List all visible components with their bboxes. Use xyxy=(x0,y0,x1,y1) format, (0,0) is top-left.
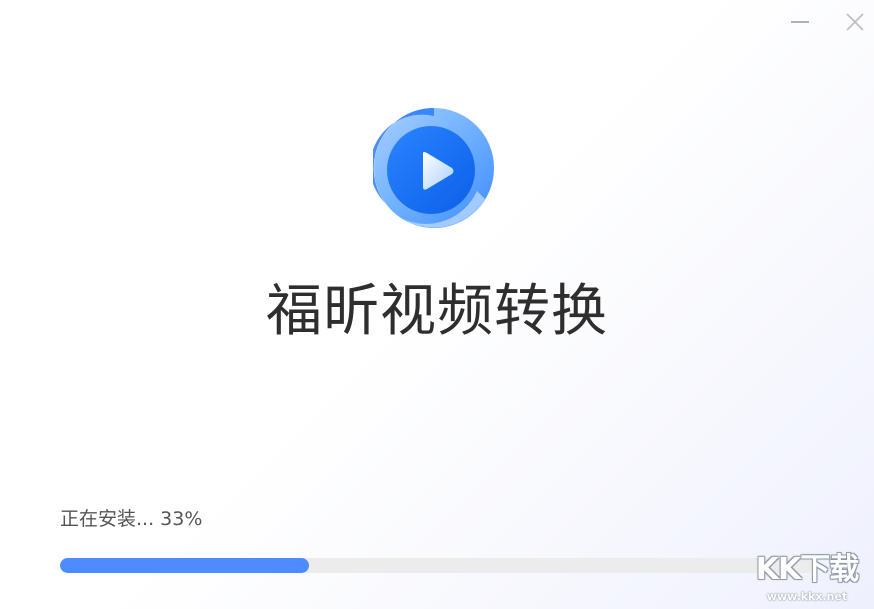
close-button[interactable] xyxy=(841,8,869,36)
install-progress-bar xyxy=(60,558,814,573)
install-status-text: 正在安装... 33% xyxy=(60,508,203,530)
minimize-button[interactable] xyxy=(786,8,814,36)
app-title: 福昕视频转换 xyxy=(266,279,608,344)
installer-window: 福昕视频转换 正在安装... 33% KK下载 www.kkx.net xyxy=(0,0,874,609)
install-progress-fill xyxy=(60,558,309,573)
watermark-title: KK下载 xyxy=(755,552,860,587)
minimize-icon xyxy=(791,21,809,23)
close-icon xyxy=(846,13,864,31)
watermark-url: www.kkx.net xyxy=(766,590,848,603)
play-icon xyxy=(373,107,494,228)
app-logo xyxy=(373,107,495,229)
watermark: KK下载 www.kkx.net xyxy=(752,552,862,606)
